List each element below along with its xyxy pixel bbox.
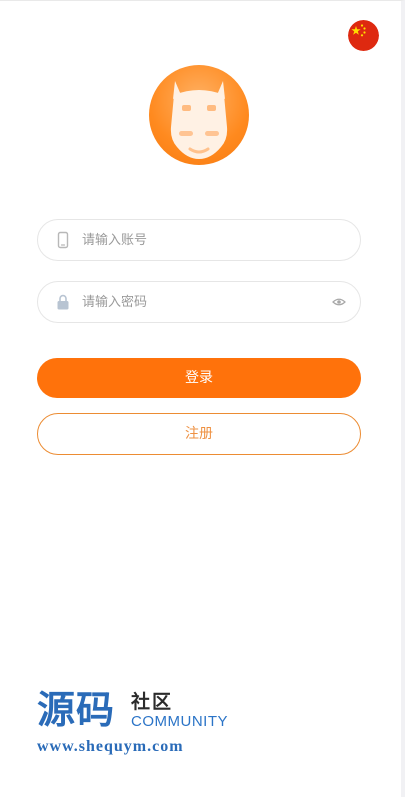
phone-icon [57, 231, 69, 249]
register-button[interactable]: 注册 [37, 413, 361, 455]
account-input[interactable] [82, 220, 322, 260]
password-input[interactable] [82, 282, 322, 322]
cow-face-icon [170, 81, 228, 159]
china-flag-icon [348, 20, 379, 51]
watermark-brand-small: 社区 [131, 691, 174, 713]
watermark-brand-big: 源码 [37, 688, 116, 732]
watermark-url: www.shequym.com [37, 738, 184, 755]
language-switch-button[interactable] [348, 20, 379, 51]
password-field[interactable] [37, 281, 361, 323]
login-button[interactable]: 登录 [37, 358, 361, 398]
lock-icon [57, 294, 69, 310]
app-logo [149, 65, 249, 165]
eye-icon[interactable] [332, 296, 346, 308]
watermark-logo: 源码 社区 COMMUNITY www.shequym.com [37, 688, 257, 760]
watermark-brand-en: COMMUNITY [131, 713, 228, 730]
account-field[interactable] [37, 219, 361, 261]
